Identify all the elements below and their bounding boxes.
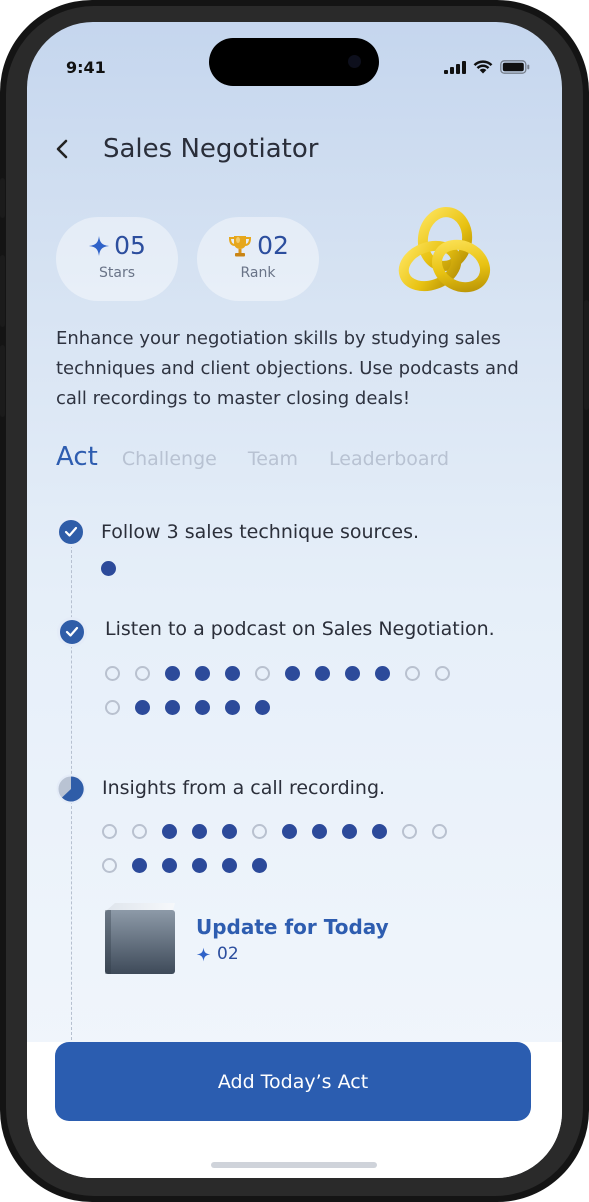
progress-dot-filled [312, 824, 327, 839]
volume-up-button [0, 255, 5, 327]
progress-dot-filled [372, 824, 387, 839]
battery-icon [500, 60, 530, 74]
progress-dot-filled [282, 824, 297, 839]
power-button [584, 300, 589, 410]
page-title: Sales Negotiator [103, 134, 319, 164]
progress-dot [101, 561, 116, 576]
progress-dot-filled [225, 666, 240, 681]
wifi-icon [473, 60, 493, 74]
dynamic-island [209, 38, 379, 86]
progress-dot-filled [132, 858, 147, 873]
task-title: Insights from a call recording. [102, 777, 386, 799]
progress-dot-filled [375, 666, 390, 681]
progress-dot-filled [345, 666, 360, 681]
progress-dot-filled [195, 700, 210, 715]
status-icons [444, 60, 530, 74]
stars-stat: 05 Stars [56, 217, 178, 301]
progress-dot-empty [252, 824, 267, 839]
tab-challenge[interactable]: Challenge [122, 448, 217, 470]
tab-bar: Act Challenge Team Leaderboard [56, 442, 480, 472]
progress-dot-filled [225, 700, 240, 715]
tab-leaderboard[interactable]: Leaderboard [329, 448, 449, 470]
progress-dot-empty [435, 666, 450, 681]
task-done-check-icon [57, 617, 87, 647]
knot-3d-icon [398, 207, 490, 293]
progress-dot-filled [165, 700, 180, 715]
app-screen: 9:41 Sales Negotiator 05 Stars 02 Rank E… [27, 22, 562, 1178]
back-button[interactable] [55, 134, 75, 164]
camera-icon [348, 55, 361, 68]
progress-dot-filled [162, 824, 177, 839]
progress-dot-filled [222, 824, 237, 839]
signal-icon [444, 60, 466, 74]
rank-count: 02 [257, 231, 289, 260]
progress-dot-filled [315, 666, 330, 681]
rank-label: Rank [240, 265, 276, 281]
progress-dot-filled [342, 824, 357, 839]
progress-dot-empty [402, 824, 417, 839]
action-button [0, 178, 5, 218]
cube-3d-icon [105, 903, 175, 974]
progress-dot-empty [132, 824, 147, 839]
rank-value: 02 [197, 231, 319, 260]
sparkle-icon [196, 947, 211, 961]
progress-dot-empty [102, 824, 117, 839]
task-title: Listen to a podcast on Sales Negotiation… [105, 618, 495, 640]
update-title[interactable]: Update for Today [196, 915, 389, 939]
progress-dot-filled [255, 700, 270, 715]
progress-dot-empty [135, 666, 150, 681]
progress-dot-filled [165, 666, 180, 681]
progress-dot-empty [105, 700, 120, 715]
tab-act[interactable]: Act [56, 442, 98, 472]
progress-dot-filled [195, 666, 210, 681]
progress-dot-empty [405, 666, 420, 681]
progress-dot-empty [102, 858, 117, 873]
home-indicator[interactable] [211, 1162, 377, 1168]
progress-dot-filled [135, 700, 150, 715]
progress-dot-empty [255, 666, 270, 681]
add-todays-act-button[interactable]: Add Today’s Act [55, 1042, 531, 1121]
progress-dot-filled [192, 824, 207, 839]
challenge-description: Enhance your negotiation skills by study… [56, 328, 519, 409]
chevron-left-icon [56, 139, 68, 159]
volume-down-button [0, 345, 5, 417]
status-time: 9:41 [66, 58, 106, 77]
stars-count: 05 [114, 231, 146, 260]
page-header: Sales Negotiator [55, 134, 318, 164]
task-in-progress-icon [56, 774, 86, 804]
task-done-check-icon [56, 517, 86, 547]
update-stars: 02 [196, 944, 239, 964]
update-stars-count: 02 [217, 944, 239, 964]
rank-stat: 02 Rank [197, 217, 319, 301]
stars-label: Stars [98, 265, 135, 281]
progress-dot-filled [192, 858, 207, 873]
stars-value: 05 [56, 231, 178, 260]
tab-team[interactable]: Team [248, 448, 298, 470]
task-title: Follow 3 sales technique sources. [101, 521, 420, 543]
sparkle-icon [89, 235, 110, 256]
progress-dot-filled [285, 666, 300, 681]
progress-dot-filled [222, 858, 237, 873]
progress-dot-filled [162, 858, 177, 873]
progress-dot-empty [432, 824, 447, 839]
trophy-icon [229, 235, 252, 256]
progress-dot-empty [105, 666, 120, 681]
progress-dot-filled [252, 858, 267, 873]
